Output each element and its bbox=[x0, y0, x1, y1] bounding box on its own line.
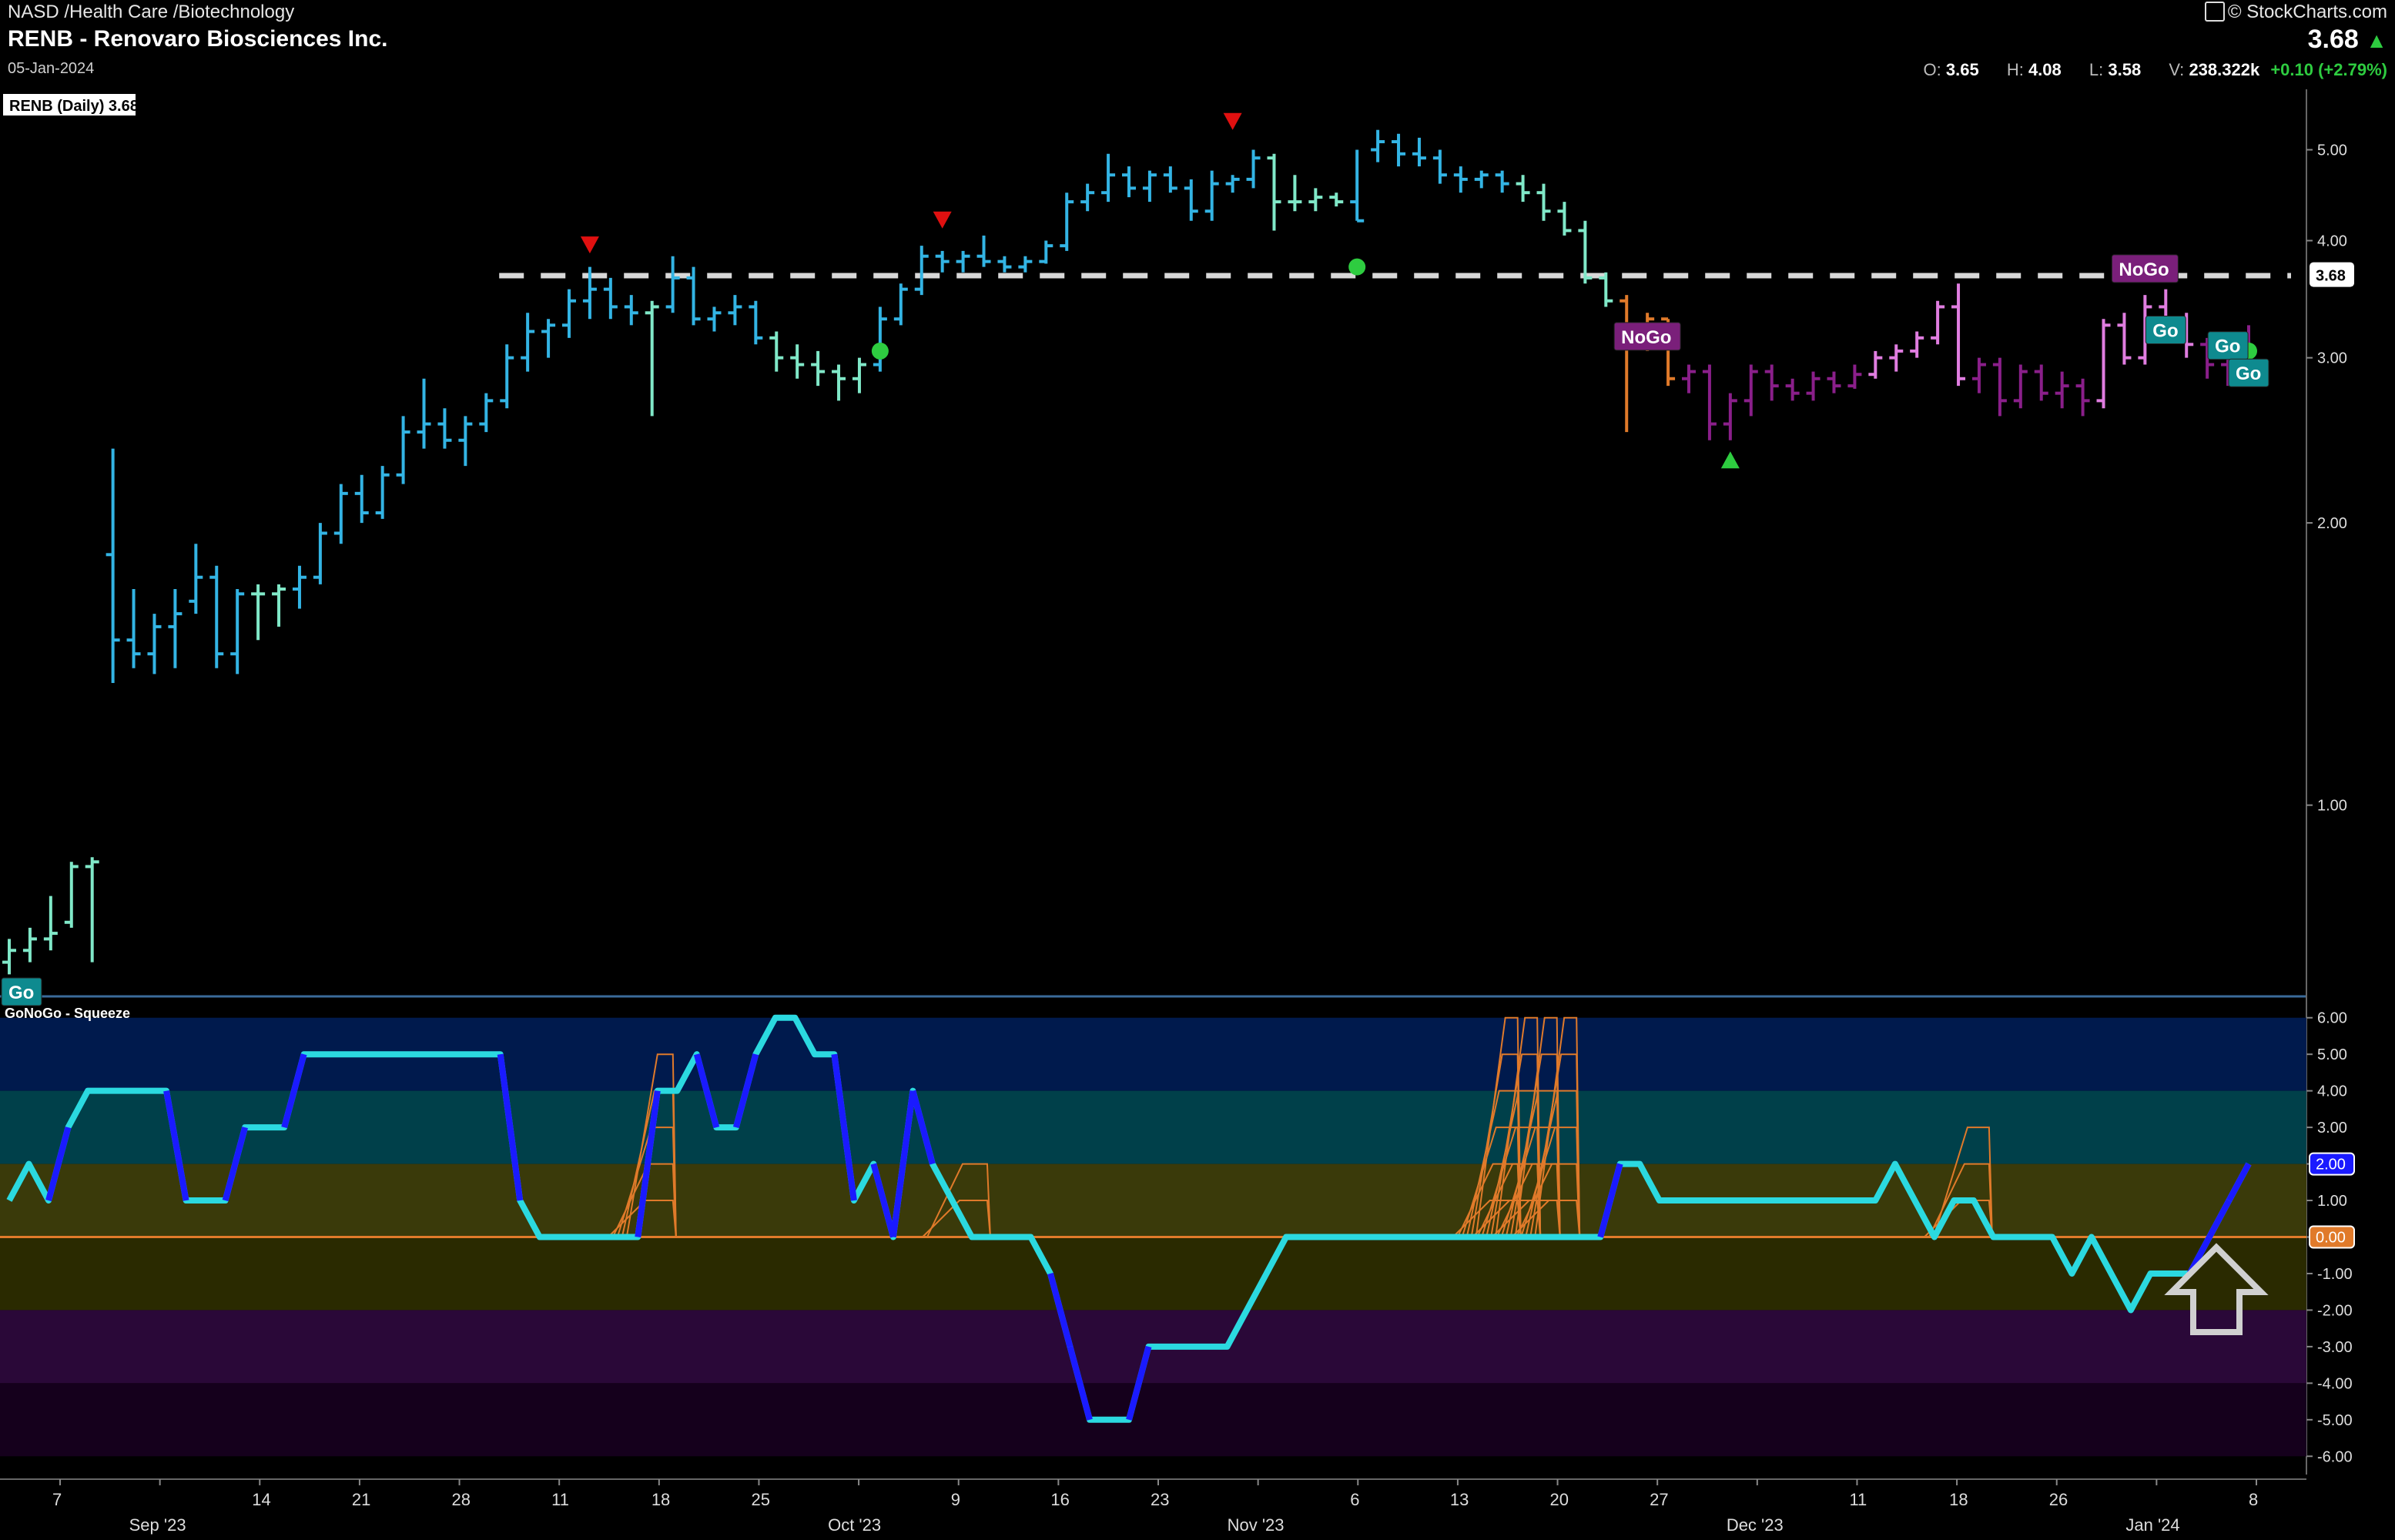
go-label: Go bbox=[2236, 363, 2261, 384]
oscillator-panel-title: GoNoGo - Squeeze bbox=[5, 1006, 130, 1021]
price-y-tick-label: 3.00 bbox=[2317, 350, 2347, 367]
signal-dot-icon bbox=[871, 342, 889, 360]
x-day-label: 18 bbox=[1949, 1490, 1968, 1509]
x-day-label: 11 bbox=[551, 1490, 569, 1509]
osc-y-tick-label: 3.00 bbox=[2317, 1120, 2347, 1137]
x-day-label: 6 bbox=[1350, 1490, 1359, 1509]
x-day-label: 13 bbox=[1450, 1490, 1469, 1509]
x-day-label: 27 bbox=[1650, 1490, 1668, 1509]
go-label: Go bbox=[8, 983, 34, 1003]
x-day-label: 16 bbox=[1050, 1490, 1069, 1509]
last-price-tag-label: 3.68 bbox=[2316, 268, 2346, 285]
osc-y-tick-label: -6.00 bbox=[2317, 1448, 2353, 1465]
oscillator-band bbox=[0, 1383, 2306, 1457]
x-month-label: Sep '23 bbox=[129, 1515, 186, 1535]
osc-y-tick-label: -2.00 bbox=[2317, 1302, 2353, 1319]
x-month-label: Jan '24 bbox=[2125, 1515, 2179, 1535]
price-y-tick-label: 2.00 bbox=[2317, 515, 2347, 532]
osc-y-tick-label: 5.00 bbox=[2317, 1046, 2347, 1063]
signal-dot-icon bbox=[1348, 258, 1366, 276]
osc-value-tag-label: 2.00 bbox=[2316, 1157, 2346, 1173]
price-y-tick-label: 4.00 bbox=[2317, 233, 2347, 250]
osc-y-tick-label: -4.00 bbox=[2317, 1375, 2353, 1392]
osc-y-tick-label: 1.00 bbox=[2317, 1193, 2347, 1210]
x-month-label: Nov '23 bbox=[1228, 1515, 1285, 1535]
oscillator-band bbox=[0, 1237, 2306, 1311]
price-panel-bg bbox=[0, 89, 2306, 993]
osc-y-tick-label: -1.00 bbox=[2317, 1266, 2353, 1283]
go-label: Go bbox=[2152, 321, 2178, 342]
price-y-tick-label: 1.00 bbox=[2317, 798, 2347, 815]
nogo-label: NoGo bbox=[2119, 259, 2169, 280]
price-y-tick-label: 5.00 bbox=[2317, 142, 2347, 159]
osc-y-tick-label: 6.00 bbox=[2317, 1010, 2347, 1027]
x-day-label: 11 bbox=[1849, 1490, 1867, 1509]
x-month-label: Dec '23 bbox=[1727, 1515, 1784, 1535]
oscillator-band bbox=[0, 1090, 2306, 1164]
nogo-label: NoGo bbox=[1621, 327, 1671, 348]
osc-y-tick-label: 4.00 bbox=[2317, 1083, 2347, 1100]
x-day-label: 8 bbox=[2249, 1490, 2258, 1509]
x-day-label: 20 bbox=[1550, 1490, 1569, 1509]
osc-y-tick-label: -3.00 bbox=[2317, 1339, 2353, 1356]
x-day-label: 26 bbox=[2049, 1490, 2068, 1509]
price-chart[interactable]: 5.00 4.00 3.00 2.00 1.00 NoGo NoGo Go Go Go Go RENB… bbox=[0, 0, 2395, 1540]
x-day-label: 23 bbox=[1151, 1490, 1169, 1509]
osc-zero-tag-label: 0.00 bbox=[2316, 1230, 2346, 1247]
x-day-label: 14 bbox=[252, 1490, 270, 1509]
x-day-label: 7 bbox=[52, 1490, 62, 1509]
osc-y-tick-label: -5.00 bbox=[2317, 1412, 2353, 1429]
x-day-label: 18 bbox=[652, 1490, 670, 1509]
x-day-label: 25 bbox=[751, 1490, 769, 1509]
x-day-label: 28 bbox=[452, 1490, 471, 1509]
price-panel-title: RENB (Daily) 3.68 bbox=[9, 98, 139, 115]
go-label: Go bbox=[2215, 336, 2240, 357]
x-day-label: 21 bbox=[352, 1490, 370, 1509]
x-day-label: 9 bbox=[951, 1490, 960, 1509]
x-month-label: Oct '23 bbox=[828, 1515, 881, 1535]
